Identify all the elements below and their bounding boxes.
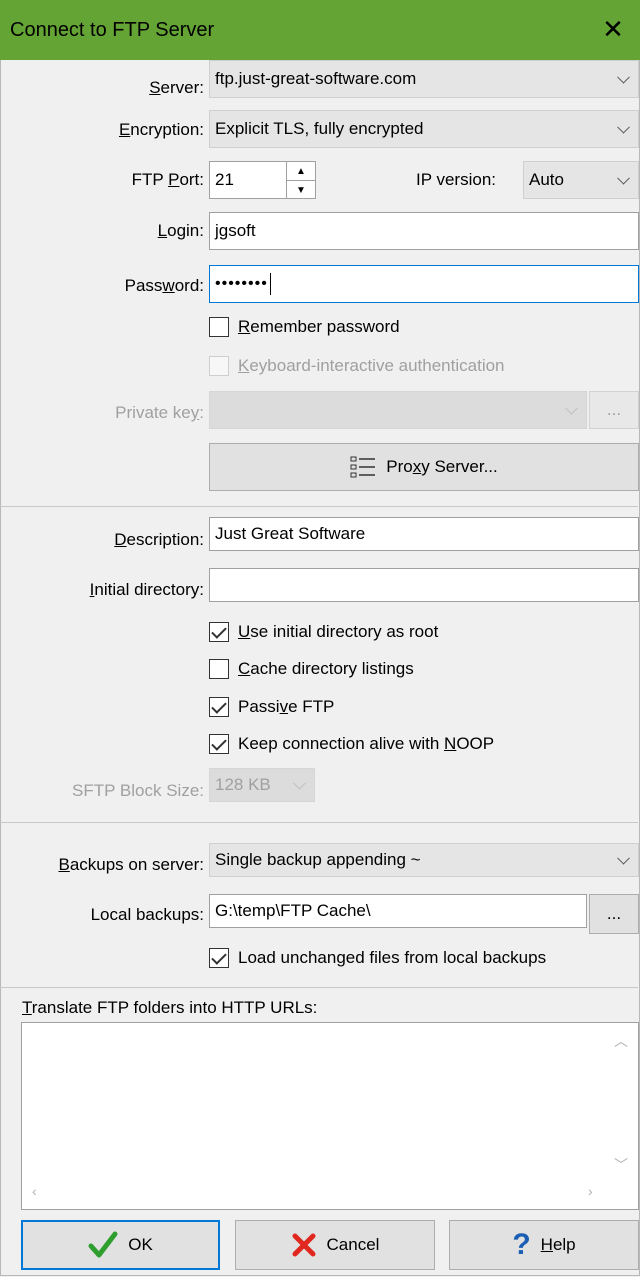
divider — [0, 822, 638, 823]
sftp-block-value: 128 KB — [215, 775, 271, 794]
password-input[interactable]: •••••••• — [209, 265, 639, 303]
encryption-value: Explicit TLS, fully encrypted — [215, 119, 424, 138]
load-unchanged-checkbox[interactable]: Load unchanged files from local backups — [209, 948, 546, 968]
keep-alive-label: Keep connection alive with NOOP — [238, 734, 495, 753]
sftp-block-combo: 128 KB — [209, 768, 315, 802]
backups-server-value: Single backup appending ~ — [215, 850, 421, 869]
password-label: Password: — [124, 276, 204, 295]
keyboard-interactive-label: Keyboard-interactive authentication — [238, 356, 505, 375]
scroll-down-icon[interactable]: ﹀ — [614, 1155, 628, 1175]
keyboard-interactive-checkbox: Keyboard-interactive authentication — [209, 356, 505, 376]
close-icon[interactable]: ✕ — [598, 14, 628, 44]
title-bar: Connect to FTP Server ✕ — [0, 0, 640, 60]
use-initial-root-checkbox[interactable]: Use initial directory as root — [209, 622, 438, 642]
help-button[interactable]: ? Help — [449, 1220, 639, 1270]
chevron-down-icon — [617, 120, 630, 134]
chevron-down-icon — [617, 851, 630, 865]
ok-button[interactable]: OK — [21, 1220, 220, 1270]
description-input[interactable]: Just Great Software — [209, 517, 639, 551]
encryption-label: Encryption: — [118, 120, 204, 139]
checkmark-icon — [88, 1231, 118, 1259]
backups-server-combo[interactable]: Single backup appending ~ — [209, 843, 639, 877]
passive-ftp-checkbox[interactable]: Passive FTP — [209, 697, 334, 717]
login-label: Login: — [157, 221, 204, 240]
scroll-right-icon[interactable]: › — [588, 1183, 593, 1199]
local-backups-label: Local backups: — [90, 905, 204, 924]
checkbox-box — [209, 622, 229, 642]
ip-version-label: IP version: — [416, 170, 497, 189]
divider — [0, 506, 638, 507]
cancel-button[interactable]: Cancel — [235, 1220, 435, 1270]
chevron-down-icon — [617, 70, 630, 84]
passive-ftp-label: Passive FTP — [238, 697, 335, 716]
spin-down-icon[interactable]: ▼ — [287, 181, 315, 199]
server-combo[interactable]: ftp.just-great-software.com — [209, 60, 639, 98]
cancel-label: Cancel — [326, 1235, 380, 1254]
chevron-down-icon — [293, 776, 306, 790]
sftp-block-label: SFTP Block Size: — [72, 781, 204, 800]
scroll-up-icon[interactable]: ︿ — [614, 1031, 628, 1051]
local-backups-browse-button[interactable]: ... — [589, 894, 639, 934]
private-key-browse-button: ... — [589, 391, 639, 429]
ok-label: OK — [128, 1235, 153, 1254]
checkbox-box — [209, 356, 229, 376]
divider — [0, 987, 638, 988]
translate-listbox[interactable]: ︿ ﹀ ‹ › — [21, 1022, 639, 1210]
text-caret — [269, 273, 271, 295]
password-value: •••••••• — [215, 275, 268, 292]
initial-directory-label: Initial directory: — [89, 580, 204, 599]
login-input[interactable]: jgsoft — [209, 212, 639, 250]
chevron-down-icon — [617, 171, 630, 185]
port-label: FTP Port: — [131, 170, 204, 189]
window-title: Connect to FTP Server — [10, 18, 215, 41]
load-unchanged-label: Load unchanged files from local backups — [238, 948, 547, 967]
help-label: Help — [540, 1235, 576, 1254]
use-initial-root-label: Use initial directory as root — [238, 622, 439, 641]
local-backups-input[interactable]: G:\temp\FTP Cache\ — [209, 894, 587, 928]
server-value: ftp.just-great-software.com — [215, 69, 417, 88]
private-key-label: Private key: — [115, 403, 204, 422]
proxy-server-button[interactable]: Proxy Server... — [209, 443, 639, 491]
cross-icon — [291, 1232, 317, 1258]
proxy-server-label: Proxy Server... — [386, 457, 498, 476]
checkbox-box — [209, 317, 229, 337]
keep-alive-checkbox[interactable]: Keep connection alive with NOOP — [209, 734, 494, 754]
encryption-combo[interactable]: Explicit TLS, fully encrypted — [209, 110, 639, 148]
checkbox-box — [209, 697, 229, 717]
ip-version-value: Auto — [529, 170, 564, 189]
checkbox-box — [209, 659, 229, 679]
question-mark-icon: ? — [512, 1228, 531, 1261]
port-input[interactable]: 21 — [209, 161, 287, 199]
chevron-down-icon — [565, 401, 578, 415]
cache-listings-checkbox[interactable]: Cache directory listings — [209, 659, 414, 679]
backups-server-label: Backups on server: — [58, 855, 204, 874]
checkbox-box — [209, 734, 229, 754]
remember-password-label: Remember password — [238, 317, 400, 336]
translate-label: Translate FTP folders into HTTP URLs: — [22, 998, 318, 1017]
private-key-combo — [209, 391, 587, 429]
server-label: Server: — [149, 78, 204, 97]
description-label: Description: — [114, 530, 204, 549]
remember-password-checkbox[interactable]: Remember password — [209, 317, 400, 337]
checkbox-box — [209, 948, 229, 968]
checklist-icon — [350, 455, 376, 479]
spin-up-icon[interactable]: ▲ — [287, 162, 315, 181]
scroll-left-icon[interactable]: ‹ — [32, 1183, 37, 1199]
cache-listings-label: Cache directory listings — [238, 659, 414, 678]
ip-version-combo[interactable]: Auto — [523, 161, 639, 199]
port-spinner[interactable]: ▲ ▼ — [286, 161, 316, 199]
initial-directory-input[interactable] — [209, 568, 639, 602]
